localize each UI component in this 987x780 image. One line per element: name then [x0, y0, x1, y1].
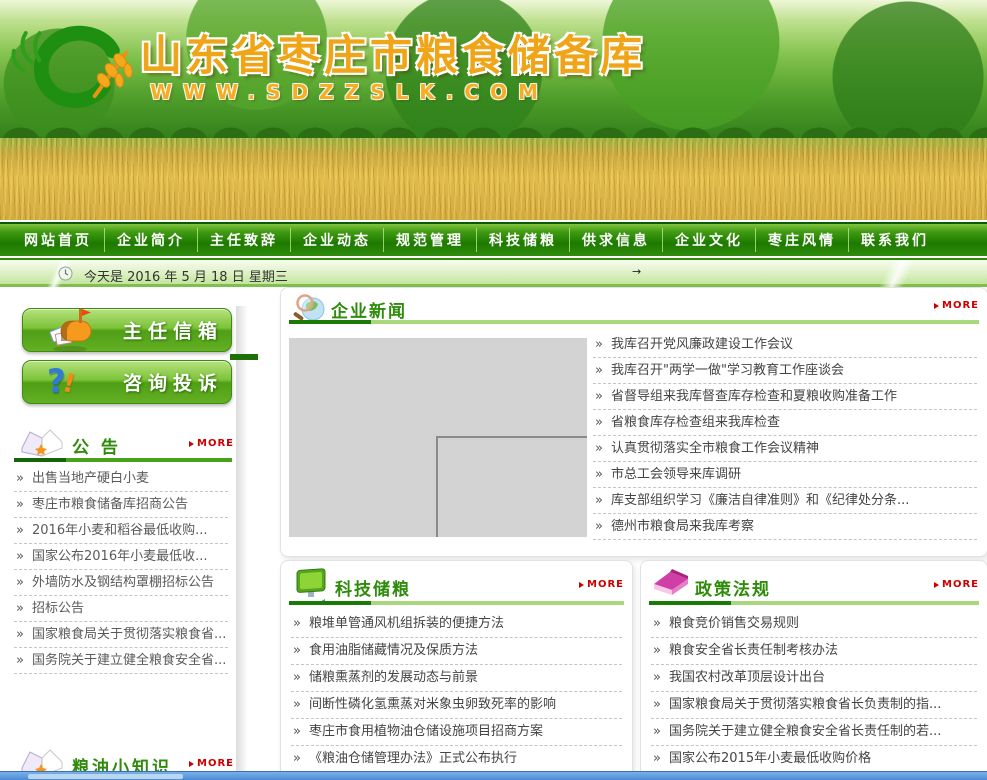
more-arrow-icon [189, 441, 194, 447]
policy-item[interactable]: 粮食竞价销售交易规则 [651, 611, 977, 638]
mailbox-icon [47, 307, 95, 353]
news-item[interactable]: 省粮食库存检查组来我库检查 [593, 410, 977, 436]
nav-item-about[interactable]: 企业简介 [104, 228, 197, 252]
news-more-link[interactable]: MORE [934, 300, 979, 311]
nav-item-culture[interactable]: 企业文化 [662, 228, 755, 252]
site-title: 山东省枣庄市粮食储备库 [140, 22, 646, 83]
tech-item[interactable]: 间断性磷化氢熏蒸对米象虫卵致死率的影响 [291, 692, 622, 719]
notice-item[interactable]: 2016年小麦和稻谷最低收购... [14, 518, 228, 544]
policy-item[interactable]: 粮食安全省长责任制考核办法 [651, 638, 977, 665]
notice-item[interactable]: 出售当地产硬白小麦 [14, 466, 228, 492]
news-item[interactable]: 市总工会领导来库调研 [593, 462, 977, 488]
notice-rule [14, 458, 232, 462]
news-section: 企业新闻 MORE 我库召开党风廉政建设工作会议 我库召开"两学一做"学习教育工… [280, 287, 987, 557]
consult-complaint-button[interactable]: ?! 咨询投诉 [22, 360, 232, 404]
news-item[interactable]: 我库召开党风廉政建设工作会议 [593, 332, 977, 358]
notice-item[interactable]: 外墙防水及钢结构罩棚招标公告 [14, 570, 228, 596]
nav-item-regulation[interactable]: 规范管理 [383, 228, 476, 252]
notice-item[interactable]: 国务院关于建立健全粮食安全省... [14, 648, 228, 674]
nav-item-company-news[interactable]: 企业动态 [290, 228, 383, 252]
more-arrow-icon [579, 582, 584, 588]
policy-more-link[interactable]: MORE [934, 579, 979, 590]
policy-item[interactable]: 我国农村改革顶层设计出台 [651, 665, 977, 692]
policy-item[interactable]: 国务院关于建立健全粮食安全省长责任制的若... [651, 719, 977, 746]
notice-list: 出售当地产硬白小麦 枣庄市粮食储备库招商公告 2016年小麦和稻谷最低收购...… [14, 466, 228, 674]
sidebar: 主任信箱 ?! 咨询投诉 公 告 MORE [0, 290, 250, 780]
policy-book-icon [651, 567, 691, 605]
more-arrow-icon [934, 582, 939, 588]
news-title: 企业新闻 [331, 297, 407, 322]
tech-list: 粮堆单管通风机组拆装的便捷方法 食用油脂储藏情况及保质方法 储粮熏蒸剂的发展动态… [291, 611, 622, 780]
news-item[interactable]: 库支部组织学习《廉洁自律准则》和《纪律处分条... [593, 488, 977, 514]
sidebar-shadow [236, 306, 248, 772]
news-item[interactable]: 德州市粮食局来我库考察 [593, 514, 977, 540]
policy-rule [649, 601, 979, 605]
tech-item[interactable]: 粮堆单管通风机组拆装的便捷方法 [291, 611, 622, 638]
notice-more-link[interactable]: MORE [189, 438, 234, 449]
nav-item-zaozhuang-scenery[interactable]: 枣庄风情 [755, 228, 848, 252]
notice-section-header: 公 告 MORE [14, 428, 236, 462]
policy-title: 政策法规 [695, 575, 771, 600]
policy-section: 政策法规 MORE 粮食竞价销售交易规则 粮食安全省长责任制考核办法 我国农村改… [640, 560, 987, 780]
nav-item-home[interactable]: 网站首页 [12, 228, 104, 252]
tech-item[interactable]: 《粮油仓储管理办法》正式公布执行 [291, 746, 622, 773]
tech-section: 科技储粮 MORE 粮堆单管通风机组拆装的便捷方法 食用油脂储藏情况及保质方法 … [280, 560, 633, 780]
news-photo-placeholder [289, 338, 587, 537]
marquee-arrow-icon: → [632, 265, 641, 278]
horizontal-scrollbar-thumb[interactable] [28, 774, 183, 779]
tech-item[interactable]: 食用油脂储藏情况及保质方法 [291, 638, 622, 665]
more-arrow-icon [189, 761, 194, 767]
horizontal-scrollbar[interactable] [0, 771, 987, 780]
policy-item[interactable]: 国家粮食局关于贯彻落实粮食省长负责制的指... [651, 692, 977, 719]
banner-photo: 山东省枣庄市粮食储备库 WWW.SDZZSLK.COM [0, 0, 987, 220]
news-rule [289, 320, 979, 324]
policy-list: 粮食竞价销售交易规则 粮食安全省长责任制考核办法 我国农村改革顶层设计出台 国家… [651, 611, 977, 780]
site-logo-icon[interactable] [10, 20, 138, 116]
date-text: 今天是 2016 年 5 月 18 日 星期三 [84, 266, 288, 285]
notice-title: 公 告 [72, 433, 121, 458]
tech-title: 科技储粮 [335, 575, 411, 600]
tech-rule [289, 601, 624, 605]
nav-item-director-speech[interactable]: 主任致辞 [197, 228, 290, 252]
more-arrow-icon [934, 303, 939, 309]
clock-icon [58, 266, 73, 285]
photo-inner-frame [436, 436, 587, 537]
policy-item[interactable]: 国家公布2015年小麦最低收购价格 [651, 746, 977, 773]
news-item[interactable]: 我库召开"两学一做"学习教育工作座谈会 [593, 358, 977, 384]
news-item[interactable]: 省督导组来我库督查库存检查和夏粮收购准备工作 [593, 384, 977, 410]
knowledge-more-link[interactable]: MORE [189, 758, 234, 769]
news-list: 我库召开党风廉政建设工作会议 我库召开"两学一做"学习教育工作座谈会 省督导组来… [593, 332, 977, 540]
news-item[interactable]: 认真贯彻落实全市粮食工作会议精神 [593, 436, 977, 462]
question-mark-icon: ?! [47, 359, 95, 405]
director-mailbox-label: 主任信箱 [123, 317, 223, 344]
notice-item[interactable]: 国家粮食局关于贯彻落实粮食省... [14, 622, 228, 648]
tech-item[interactable]: 储粮熏蒸剂的发展动态与前景 [291, 665, 622, 692]
notice-item[interactable]: 招标公告 [14, 596, 228, 622]
nav-item-tech-storage[interactable]: 科技储粮 [476, 228, 569, 252]
nav-item-contact[interactable]: 联系我们 [848, 228, 941, 252]
consult-complaint-label: 咨询投诉 [123, 369, 223, 396]
tech-item[interactable]: 枣庄市食用植物油仓储设施项目招商方案 [291, 719, 622, 746]
notice-item[interactable]: 国家公布2016年小麦最低收... [14, 544, 228, 570]
notice-item[interactable]: 枣庄市粮食储备库招商公告 [14, 492, 228, 518]
main-nav: 网站首页 企业简介 主任致辞 企业动态 规范管理 科技储粮 供求信息 企业文化 … [0, 222, 987, 256]
sidebar-tab-decoration [230, 354, 258, 360]
site-url: WWW.SDZZSLK.COM [150, 80, 549, 104]
page: 山东省枣庄市粮食储备库 WWW.SDZZSLK.COM 网站首页 企业简介 主任… [0, 0, 987, 780]
tech-more-link[interactable]: MORE [579, 579, 624, 590]
director-mailbox-button[interactable]: 主任信箱 [22, 308, 232, 352]
date-bar: 今天是 2016 年 5 月 18 日 星期三 → [0, 258, 987, 287]
banner-wheat-field [0, 138, 987, 220]
nav-item-supply-demand[interactable]: 供求信息 [569, 228, 662, 252]
